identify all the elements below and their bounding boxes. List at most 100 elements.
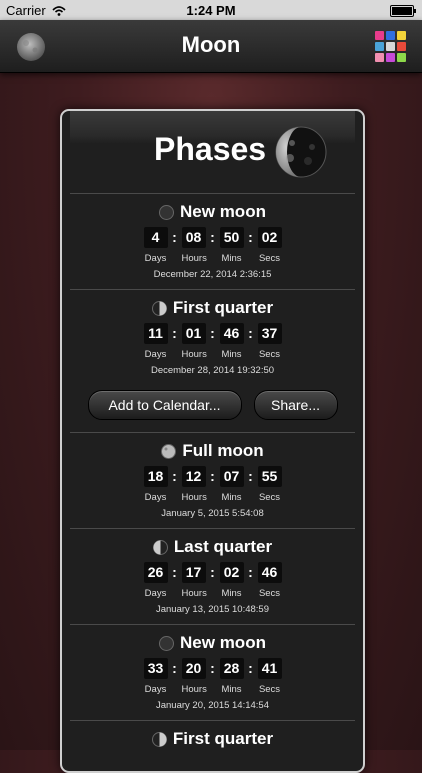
secs-label: Secs bbox=[258, 684, 281, 695]
mins-label: Mins bbox=[221, 492, 242, 503]
phase-name: Full moon bbox=[182, 441, 264, 460]
secs-label: Secs bbox=[258, 492, 281, 503]
phase-item: Full moon 18: 12: 07: 55 Days Hours Mins… bbox=[70, 433, 355, 529]
secs-label: Secs bbox=[258, 253, 281, 264]
secs-value: 46 bbox=[257, 561, 282, 583]
phase-name: Last quarter bbox=[173, 537, 273, 556]
secs-value: 37 bbox=[257, 322, 282, 344]
last-quarter-icon bbox=[152, 539, 168, 555]
secs-label: Secs bbox=[258, 349, 281, 360]
days-value: 18 bbox=[143, 465, 168, 487]
days-value: 4 bbox=[143, 226, 168, 248]
unit-labels: Days Hours Mins Secs bbox=[70, 492, 355, 503]
grid-cell bbox=[386, 42, 395, 51]
grid-cell bbox=[375, 31, 384, 40]
color-grid-icon[interactable] bbox=[375, 31, 406, 62]
phase-name: New moon bbox=[180, 633, 266, 652]
phase-title: First quarter bbox=[70, 290, 355, 318]
phase-title: Full moon bbox=[70, 433, 355, 461]
card-header: Phases bbox=[70, 111, 355, 194]
hours-value: 12 bbox=[181, 465, 206, 487]
secs-value: 55 bbox=[257, 465, 282, 487]
days-value: 26 bbox=[143, 561, 168, 583]
unit-labels: Days Hours Mins Secs bbox=[70, 588, 355, 599]
phase-date: January 5, 2015 5:54:08 bbox=[161, 508, 264, 519]
share-button[interactable]: Share... bbox=[253, 390, 338, 420]
countdown: 18: 12: 07: 55 bbox=[70, 465, 355, 487]
new-moon-icon bbox=[159, 635, 175, 651]
hours-label: Hours bbox=[181, 588, 207, 599]
phase-title: First quarter bbox=[70, 721, 355, 749]
unit-labels: Days Hours Mins Secs bbox=[70, 349, 355, 360]
phase-name: First quarter bbox=[172, 729, 274, 748]
phase-item: First quarter 11: 01: 46: 37 Days Hours … bbox=[70, 290, 355, 433]
phase-title: New moon bbox=[70, 625, 355, 653]
mins-label: Mins bbox=[221, 684, 242, 695]
mins-value: 46 bbox=[219, 322, 244, 344]
first-quarter-icon bbox=[151, 300, 167, 316]
days-label: Days bbox=[144, 684, 167, 695]
mins-value: 07 bbox=[219, 465, 244, 487]
countdown: 4: 08: 50: 02 bbox=[70, 226, 355, 248]
secs-value: 41 bbox=[257, 657, 282, 679]
add-to-calendar-button[interactable]: Add to Calendar... bbox=[87, 390, 242, 420]
phase-date: December 22, 2014 2:36:15 bbox=[153, 269, 272, 280]
hours-label: Hours bbox=[181, 492, 207, 503]
mins-label: Mins bbox=[221, 253, 242, 264]
phase-date: January 13, 2015 10:48:59 bbox=[155, 604, 270, 615]
grid-cell bbox=[375, 53, 384, 62]
days-label: Days bbox=[144, 588, 167, 599]
status-bar: Carrier 1:24 PM bbox=[0, 0, 422, 20]
days-label: Days bbox=[144, 492, 167, 503]
unit-labels: Days Hours Mins Secs bbox=[70, 684, 355, 695]
phase-item: New moon 4: 08: 50: 02 Days Hours Mins S… bbox=[70, 194, 355, 290]
hours-value: 17 bbox=[181, 561, 206, 583]
secs-value: 02 bbox=[257, 226, 282, 248]
nav-title: Moon bbox=[181, 32, 241, 57]
nav-bar: Moon bbox=[0, 20, 422, 73]
mins-value: 50 bbox=[219, 226, 244, 248]
action-buttons: Add to Calendar... Share... bbox=[70, 380, 355, 432]
new-moon-icon bbox=[159, 204, 175, 220]
grid-cell bbox=[375, 42, 384, 51]
hours-label: Hours bbox=[181, 684, 207, 695]
hours-value: 08 bbox=[181, 226, 206, 248]
phase-item: First quarter bbox=[70, 721, 355, 749]
countdown: 26: 17: 02: 46 bbox=[70, 561, 355, 583]
hours-value: 20 bbox=[181, 657, 206, 679]
mins-value: 02 bbox=[219, 561, 244, 583]
phase-title: New moon bbox=[70, 194, 355, 222]
days-value: 33 bbox=[143, 657, 168, 679]
mins-label: Mins bbox=[221, 588, 242, 599]
phases-card: Phases New moon 4: 08: 50: 02 Days Hours bbox=[60, 109, 365, 773]
phase-date: January 20, 2015 14:14:54 bbox=[155, 700, 270, 711]
phase-item: New moon 33: 20: 28: 41 Days Hours Mins … bbox=[70, 625, 355, 721]
hours-value: 01 bbox=[181, 322, 206, 344]
card-title: Phases bbox=[154, 131, 267, 167]
grid-cell bbox=[386, 53, 395, 62]
hours-label: Hours bbox=[181, 349, 207, 360]
moon-crescent-icon bbox=[274, 125, 328, 179]
days-label: Days bbox=[144, 349, 167, 360]
grid-cell bbox=[397, 53, 406, 62]
phase-name: New moon bbox=[180, 202, 266, 221]
phase-item: Last quarter 26: 17: 02: 46 Days Hours M… bbox=[70, 529, 355, 625]
full-moon-icon bbox=[161, 443, 177, 459]
battery-icon bbox=[390, 5, 416, 17]
countdown: 33: 20: 28: 41 bbox=[70, 657, 355, 679]
unit-labels: Days Hours Mins Secs bbox=[70, 253, 355, 264]
first-quarter-icon bbox=[151, 731, 167, 747]
secs-label: Secs bbox=[258, 588, 281, 599]
countdown: 11: 01: 46: 37 bbox=[70, 322, 355, 344]
phase-title: Last quarter bbox=[70, 529, 355, 557]
grid-cell bbox=[397, 31, 406, 40]
phase-name: First quarter bbox=[172, 298, 274, 317]
status-time: 1:24 PM bbox=[186, 3, 236, 18]
grid-cell bbox=[397, 42, 406, 51]
hours-label: Hours bbox=[181, 253, 207, 264]
mins-label: Mins bbox=[221, 349, 242, 360]
phase-date: December 28, 2014 19:32:50 bbox=[150, 365, 275, 376]
mins-value: 28 bbox=[219, 657, 244, 679]
days-value: 11 bbox=[143, 322, 168, 344]
grid-cell bbox=[386, 31, 395, 40]
